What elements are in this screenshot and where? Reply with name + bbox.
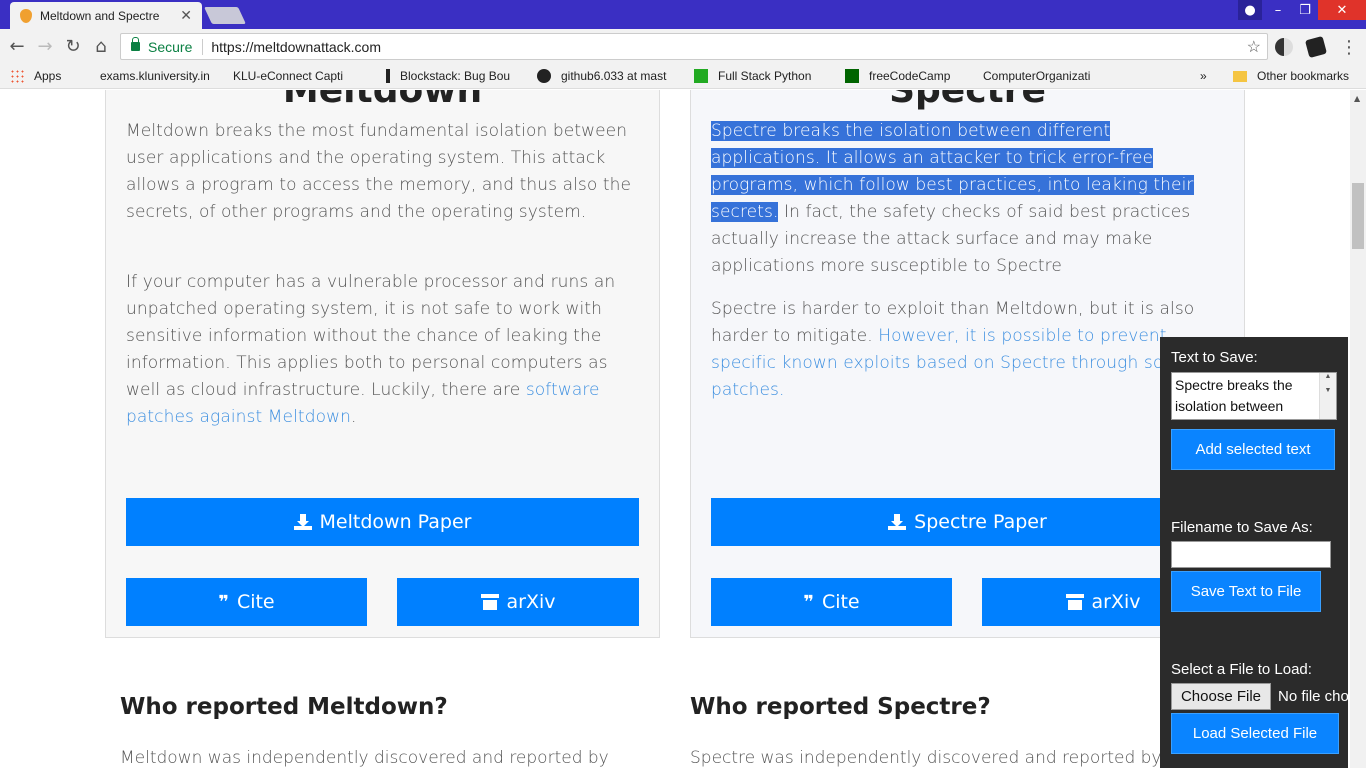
meltdown-arxiv-button[interactable]: arXiv	[397, 578, 639, 626]
fullstack-icon	[694, 69, 708, 83]
bookmark-blockstack[interactable]: Blockstack: Bug Bou	[386, 69, 517, 83]
meltdown-favicon-icon	[20, 8, 32, 23]
maximize-button[interactable]: ❐	[1292, 0, 1318, 20]
github-icon	[537, 69, 551, 83]
scroll-up-arrow-icon[interactable]: ▲	[1354, 94, 1360, 103]
tab-close-icon[interactable]: ✕	[180, 7, 192, 24]
bookmark-full-stack-python[interactable]: Full Stack Python	[694, 69, 825, 83]
load-file-label: Select a File to Load:	[1171, 661, 1312, 678]
bookmark-klu-econnect[interactable]: KLU-eConnect Capti	[0, 69, 366, 168]
bookmark-star-icon[interactable]: ☆	[1247, 37, 1261, 57]
page-content: Meltdown Meltdown breaks the most fundam…	[0, 90, 1350, 768]
archive-icon	[1065, 594, 1084, 610]
bookmark-freecodecamp[interactable]: freeCodeCamp	[845, 69, 963, 83]
folder-icon	[1233, 70, 1247, 82]
close-window-button[interactable]: ✕	[1318, 0, 1366, 20]
url-text[interactable]: https://meltdownattack.com	[211, 39, 1246, 55]
tab-title: Meltdown and Spectre	[40, 8, 160, 23]
bookmarks-bar: Apps exams.kluniversity.in KLU-eConnect …	[0, 64, 1366, 168]
save-text-to-file-button[interactable]: Save Text to File	[1171, 571, 1321, 612]
reload-icon[interactable]: ↻	[62, 36, 84, 58]
new-tab-button[interactable]	[204, 7, 246, 24]
spectre-description: Spectre breaks the isolation between dif…	[711, 121, 1194, 276]
no-file-chosen-text: No file chosen	[1278, 688, 1348, 705]
profile-icon[interactable]: ●	[1238, 0, 1262, 20]
spectre-mitigation-info: Spectre is harder to exploit than Meltdo…	[711, 299, 1218, 400]
bookmark-exams[interactable]: exams.kluniversity.in	[0, 69, 213, 168]
archive-icon	[480, 594, 499, 610]
filename-input[interactable]	[1171, 541, 1331, 568]
add-selected-text-button[interactable]: Add selected text	[1171, 429, 1335, 470]
bookmark-github[interactable]: github6.033 at mast	[537, 69, 674, 83]
spectre-cite-button[interactable]: ❞ Cite	[711, 578, 952, 626]
spectre-reporters-heading: Who reported Spectre?	[690, 694, 991, 720]
address-bar[interactable]: Secure https://meltdownattack.com ☆	[120, 33, 1268, 60]
window-titlebar: Meltdown and Spectre ✕ ● – ❐ ✕	[0, 0, 1366, 29]
meltdown-title: Meltdown	[282, 90, 483, 111]
page-scrollbar[interactable]: ▲	[1350, 90, 1366, 768]
quote-icon: ❞	[218, 591, 229, 613]
download-icon	[293, 514, 312, 530]
back-arrow-icon[interactable]: ←	[6, 36, 28, 58]
minimize-button[interactable]: –	[1264, 0, 1292, 20]
dark-mode-extension-icon[interactable]	[1275, 38, 1293, 56]
meltdown-card: Meltdown Meltdown breaks the most fundam…	[105, 90, 660, 638]
scrollbar-thumb[interactable]	[1352, 183, 1364, 249]
menu-kebab-icon[interactable]: ⋮	[1340, 37, 1358, 58]
secure-label: Secure	[148, 38, 204, 55]
text-saver-panel: Text to Save: Spectre breaks the isolati…	[1160, 337, 1348, 768]
bookmarks-overflow-button[interactable]: »	[1200, 69, 1207, 83]
browser-tab[interactable]: Meltdown and Spectre ✕	[10, 2, 202, 29]
home-icon[interactable]: ⌂	[90, 36, 112, 58]
h-icon	[386, 69, 390, 83]
spectre-reporters-text: Spectre was independently discovered and…	[690, 748, 1162, 768]
meltdown-patch-info: If your computer has a vulnerable proces…	[126, 272, 616, 427]
spectre-paper-button[interactable]: Spectre Paper	[711, 498, 1224, 546]
bookmark-computer-organization[interactable]: ComputerOrganizati	[0, 69, 1123, 168]
extension-icon[interactable]	[1304, 35, 1328, 59]
load-selected-file-button[interactable]: Load Selected File	[1171, 713, 1339, 754]
meltdown-description: Meltdown breaks the most fundamental iso…	[126, 121, 632, 222]
fcc-icon	[845, 69, 859, 83]
filename-label: Filename to Save As:	[1171, 519, 1313, 536]
forward-arrow-icon[interactable]: →	[34, 36, 56, 58]
download-icon	[888, 514, 907, 530]
text-to-save-label: Text to Save:	[1171, 349, 1258, 366]
quote-icon: ❞	[803, 591, 814, 613]
meltdown-reporters-text: Meltdown was independently discovered an…	[120, 748, 609, 768]
choose-file-button[interactable]: Choose File	[1171, 683, 1271, 710]
text-to-save-textarea[interactable]: Spectre breaks the isolation between	[1171, 372, 1337, 420]
lock-icon	[131, 37, 140, 51]
browser-toolbar: ← → ↻ ⌂ Secure https://meltdownattack.co…	[0, 29, 1366, 64]
spectre-title: Spectre	[889, 90, 1046, 111]
other-bookmarks[interactable]: Other bookmarks	[1233, 69, 1349, 83]
apps-grid-icon	[10, 69, 24, 83]
meltdown-paper-button[interactable]: Meltdown Paper	[126, 498, 639, 546]
bookmark-apps[interactable]: Apps	[10, 69, 80, 83]
meltdown-cite-button[interactable]: ❞ Cite	[126, 578, 367, 626]
textarea-scrollbar[interactable]: ▲ ▼	[1319, 373, 1336, 419]
meltdown-reporters-heading: Who reported Meltdown?	[120, 694, 448, 720]
